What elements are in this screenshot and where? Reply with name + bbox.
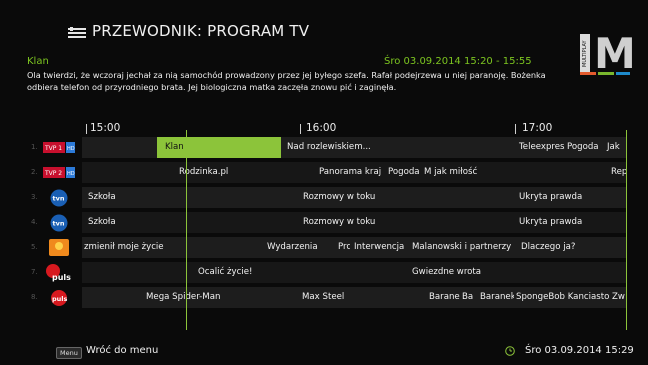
program-item[interactable]: Rep bbox=[609, 162, 627, 183]
program-item[interactable]: Interwencja bbox=[352, 237, 408, 258]
menu-key-icon[interactable]: Menu bbox=[56, 347, 82, 359]
program-title: Klan bbox=[27, 56, 49, 67]
program-item[interactable]: Jak bbox=[605, 137, 627, 158]
channel-number: 3. bbox=[31, 193, 38, 201]
svg-text:tvn: tvn bbox=[53, 195, 65, 203]
svg-text:HD: HD bbox=[67, 171, 75, 177]
program-item[interactable]: Ukryta prawda bbox=[517, 212, 627, 233]
program-item[interactable]: Panorama kraj bbox=[317, 162, 383, 183]
channel-row: 3. tvn Szkoła Rozmowy w toku Ukryta praw… bbox=[27, 187, 627, 208]
header: PRZEWODNIK: PROGRAM TV bbox=[0, 0, 648, 50]
program-band: Szkoła Rozmowy w toku Ukryta prawda bbox=[82, 187, 627, 208]
program-band: Rodzinka.pl Panorama kraj Pogoda M jak m… bbox=[82, 162, 627, 183]
logo-letter: M bbox=[594, 29, 636, 78]
program-item[interactable]: Pogoda bbox=[565, 137, 605, 158]
program-band: Ocalić życie! Gwiezdne wrota bbox=[82, 262, 627, 283]
program-item[interactable]: Nad rozlewiskiem... bbox=[285, 137, 513, 158]
grid-right-border bbox=[626, 130, 627, 330]
program-item[interactable]: Teleexpress bbox=[517, 137, 565, 158]
program-datetime: Śro 03.09.2014 15:20 - 15:55 bbox=[384, 56, 532, 67]
back-to-menu-button[interactable]: Wróć do menu bbox=[86, 345, 158, 356]
program-item[interactable]: Max Steel bbox=[300, 287, 422, 308]
footer: Menu Wróć do menu Śro 03.09.2014 15:29 bbox=[0, 341, 648, 365]
program-item[interactable]: Ocalić życie! bbox=[196, 262, 401, 283]
program-item[interactable]: Szkoła bbox=[86, 212, 296, 233]
channel-row: 2. TVP 2 HD Rodzinka.pl Panorama kraj Po… bbox=[27, 162, 627, 183]
program-item[interactable]: Pogoda bbox=[386, 162, 422, 183]
program-item[interactable]: Ukryta prawda bbox=[517, 187, 627, 208]
current-time-line bbox=[186, 130, 187, 330]
time-tick bbox=[515, 124, 516, 134]
tv-puls-logo-icon: puls bbox=[46, 264, 71, 282]
tvp2-logo-icon: TVP 2 HD bbox=[43, 167, 75, 178]
program-item[interactable]: Malanowski i partnerzy bbox=[410, 237, 518, 258]
tvn-hd-logo-icon: tvn bbox=[50, 189, 68, 207]
page-title: PRZEWODNIK: PROGRAM TV bbox=[92, 22, 310, 40]
program-item[interactable]: Gwiezdne wrota bbox=[410, 262, 627, 283]
program-description: Ola twierdzi, że wczoraj jechał za nią s… bbox=[27, 70, 546, 92]
clock-icon bbox=[505, 346, 515, 356]
svg-text:HD: HD bbox=[67, 146, 75, 152]
time-label: 17:00 bbox=[522, 122, 553, 134]
svg-text:puls: puls bbox=[52, 273, 71, 282]
channel-number: 7. bbox=[31, 268, 38, 276]
multiplay-logo: MULTIPLAY M bbox=[580, 32, 636, 76]
program-item[interactable]: Rozmowy w toku bbox=[301, 212, 509, 233]
program-item[interactable]: zmienił moje życie bbox=[82, 237, 187, 258]
program-item[interactable]: Rozmowy w toku bbox=[301, 187, 509, 208]
tvn-logo-icon: tvn bbox=[50, 214, 68, 232]
program-item[interactable]: SpongeBob Kanciastoporty bbox=[514, 287, 610, 308]
channel-row: 4. tvn Szkoła Rozmowy w toku Ukryta praw… bbox=[27, 212, 627, 233]
logo-vertical-text: MULTIPLAY bbox=[580, 34, 590, 74]
channel-number: 2. bbox=[31, 168, 38, 176]
program-item[interactable]: Zw bbox=[610, 287, 627, 308]
program-item[interactable]: M jak miłość bbox=[422, 162, 582, 183]
tv-guide-icon bbox=[68, 27, 86, 38]
program-item-selected[interactable]: Klan bbox=[157, 137, 281, 158]
program-item[interactable]: Rodzinka.pl bbox=[177, 162, 297, 183]
epg-grid: 15:00 16:00 17:00 1. TVP 1 HD Klan Nad r… bbox=[0, 118, 648, 328]
program-item[interactable]: Mega Spider-Man bbox=[144, 287, 294, 308]
current-datetime: Śro 03.09.2014 15:29 bbox=[525, 345, 634, 356]
time-label: 16:00 bbox=[306, 122, 337, 134]
program-item[interactable]: Prc bbox=[336, 237, 350, 258]
program-item[interactable]: Dlaczego ja? bbox=[519, 237, 627, 258]
time-tick bbox=[300, 124, 301, 134]
channel-number: 8. bbox=[31, 293, 38, 301]
channel-row: 7. puls Ocalić życie! Gwiezdne wrota bbox=[27, 262, 627, 283]
channel-row: 5. zmienił moje życie Wydarzenia Prc Int… bbox=[27, 237, 627, 258]
program-band: Szkoła Rozmowy w toku Ukryta prawda bbox=[82, 212, 627, 233]
svg-text:TVP 2: TVP 2 bbox=[44, 170, 62, 177]
program-item[interactable]: Baranek bbox=[427, 287, 460, 308]
svg-text:tvn: tvn bbox=[53, 220, 65, 228]
program-band: Mega Spider-Man Max Steel Baranek Ba Bar… bbox=[82, 287, 627, 308]
program-item[interactable]: Szkoła bbox=[86, 187, 296, 208]
svg-text:TVP 1: TVP 1 bbox=[44, 145, 62, 152]
channel-number: 4. bbox=[31, 218, 38, 226]
program-item[interactable]: Wydarzenia bbox=[265, 237, 333, 258]
puls2-logo-icon: puls bbox=[51, 290, 68, 306]
program-item[interactable]: Baranek bbox=[478, 287, 514, 308]
channel-number: 5. bbox=[31, 243, 38, 251]
polsat-logo-icon bbox=[49, 239, 69, 256]
program-band: zmienił moje życie Wydarzenia Prc Interw… bbox=[82, 237, 627, 258]
channel-row: 8. puls Mega Spider-Man Max Steel Barane… bbox=[27, 287, 627, 308]
time-tick bbox=[86, 124, 87, 134]
svg-text:puls: puls bbox=[52, 295, 68, 303]
channel-row: 1. TVP 1 HD Klan Nad rozlewiskiem... Tel… bbox=[27, 137, 627, 158]
program-item[interactable]: Ba bbox=[460, 287, 478, 308]
tvp1-logo-icon: TVP 1 HD bbox=[43, 142, 75, 153]
channel-number: 1. bbox=[31, 143, 38, 151]
program-band: Klan Nad rozlewiskiem... Teleexpress Pog… bbox=[82, 137, 627, 158]
time-label: 15:00 bbox=[90, 122, 121, 134]
